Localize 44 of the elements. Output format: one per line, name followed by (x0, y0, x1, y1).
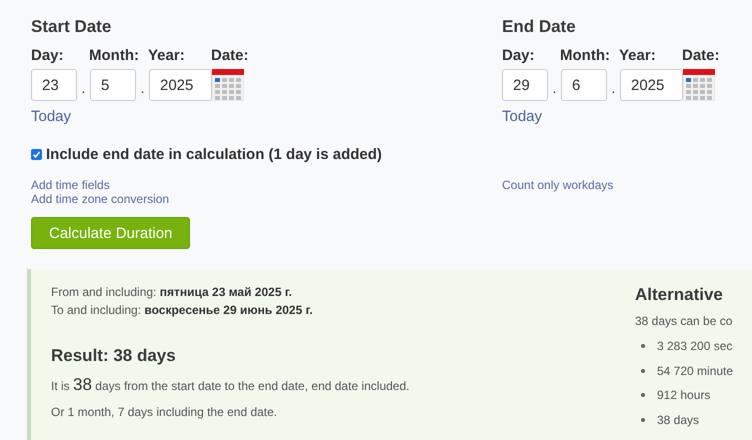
alternative-item: 54 720 minute (657, 364, 734, 378)
field-label: Year: (148, 47, 186, 65)
bullet-icon (641, 393, 645, 398)
alternative-item: 912 hours (657, 388, 710, 402)
section-heading: Start Date (31, 17, 112, 37)
result-months: Or 1 month, 7 days including the end date. (51, 404, 278, 421)
day-field[interactable]: 23 (31, 69, 77, 101)
field-label: Month: (560, 47, 611, 65)
field-label: Month: (89, 47, 140, 65)
from-text: From and including: пятница 23 май 2025 г. (51, 284, 293, 301)
option-link[interactable]: Add time zone conversion (31, 192, 170, 206)
bullet-icon (641, 368, 645, 373)
separator: . (610, 79, 616, 96)
field-label: Day: (31, 47, 65, 65)
alternative-intro: 38 days can be co (635, 313, 734, 330)
bullet-icon (641, 344, 645, 348)
calendar-icon[interactable] (683, 69, 715, 101)
month-field[interactable]: 5 (90, 69, 136, 101)
option-link[interactable]: Count only workdays (502, 178, 614, 192)
option-link[interactable]: Add time fields (31, 178, 110, 192)
to-text: To and including: воскресенье 29 июнь 2025 г. (51, 302, 314, 319)
alternative-heading: Alternative (635, 284, 724, 306)
year-field[interactable]: 2025 (620, 69, 683, 101)
separator: . (80, 79, 86, 96)
field-label: Date: (211, 47, 249, 65)
section-heading: End Date (502, 17, 577, 37)
alternative-item: 38 days (657, 412, 700, 427)
day-field[interactable]: 29 (502, 69, 548, 101)
separator: . (140, 79, 146, 96)
alternative-item: 3 283 200 sec (657, 339, 732, 354)
result-heading: Result: 38 days (51, 345, 177, 367)
year-field[interactable]: 2025 (149, 69, 212, 101)
checkbox[interactable] (31, 149, 42, 160)
separator: . (552, 79, 558, 96)
field-label: Year: (619, 47, 657, 65)
month-field[interactable]: 6 (561, 69, 607, 101)
field-label: Date: (682, 47, 720, 65)
bullet-icon (641, 418, 645, 422)
checkbox-label[interactable]: Include end date in calculation (1 day is added) (46, 146, 382, 163)
field-label: Day: (502, 47, 536, 65)
today-link[interactable]: Today (502, 108, 542, 125)
today-link[interactable]: Today (31, 108, 72, 125)
calendar-icon[interactable] (212, 69, 244, 101)
result-sentence: It is 38 days from the start date to the end date, end date included. (51, 375, 410, 396)
